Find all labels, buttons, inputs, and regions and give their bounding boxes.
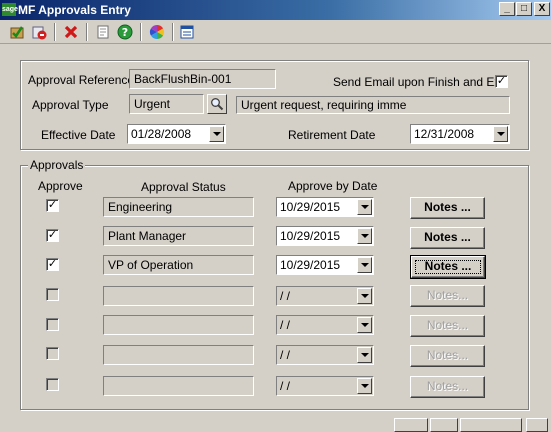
approve-checkbox[interactable]	[46, 347, 59, 360]
notes-button[interactable]: Notes...	[410, 376, 485, 398]
approve-checkbox[interactable]: ✓	[46, 229, 59, 242]
approval-status-column-header: Approval Status	[141, 180, 226, 194]
bottom-button[interactable]	[430, 418, 458, 432]
approval-status-field[interactable]: VP of Operation	[103, 255, 254, 275]
bottom-button[interactable]	[460, 418, 522, 432]
bottom-button[interactable]	[394, 418, 428, 432]
approval-type-label: Approval Type	[32, 98, 109, 112]
approve-by-date-combo[interactable]: 10/29/2015	[276, 226, 374, 246]
approve-by-date-value: / /	[280, 289, 291, 303]
minimize-button[interactable]: _	[499, 2, 515, 16]
effective-date-combo[interactable]: 01/28/2008	[127, 124, 226, 144]
title-bar: sage MF Approvals Entry _ □ X	[0, 0, 551, 20]
approve-column-header: Approve	[38, 179, 83, 193]
svg-text:?: ?	[122, 26, 128, 39]
approval-type-field[interactable]: Urgent	[129, 94, 204, 114]
approve-by-date-value: 10/29/2015	[280, 229, 341, 243]
send-email-checkbox[interactable]: ✓	[495, 75, 508, 88]
notes-button[interactable]: Notes ...	[410, 227, 485, 249]
focus-rectangle	[415, 260, 481, 274]
approve-by-date-value: / /	[280, 348, 291, 362]
approval-reference-field[interactable]: BackFlushBin-001	[129, 69, 276, 89]
notes-button[interactable]: Notes...	[410, 315, 485, 337]
retirement-date-value: 12/31/2008	[414, 127, 475, 141]
lookup-button[interactable]	[207, 94, 227, 114]
approve-by-date-column-header: Approve by Date	[288, 179, 378, 193]
notes-button[interactable]: Notes...	[410, 285, 485, 307]
approve-by-date-combo[interactable]: 10/29/2015	[276, 197, 374, 217]
approve-checkbox[interactable]	[46, 378, 59, 391]
approve-checkbox[interactable]	[46, 288, 59, 301]
settings-icon[interactable]	[178, 23, 196, 41]
approve-by-date-value: 10/29/2015	[280, 258, 341, 272]
approve-checkbox[interactable]: ✓	[46, 199, 59, 212]
chevron-down-icon[interactable]	[357, 317, 372, 333]
approve-checkbox[interactable]	[46, 318, 59, 331]
window-title: MF Approvals Entry	[18, 3, 131, 17]
chevron-down-icon[interactable]	[357, 228, 372, 244]
resize-grip[interactable]	[526, 418, 548, 432]
approve-by-date-combo[interactable]: 10/29/2015	[276, 255, 374, 275]
approval-status-field[interactable]	[103, 376, 254, 396]
send-email-label: Send Email upon Finish and Exit	[333, 75, 507, 89]
chevron-down-icon[interactable]	[357, 378, 372, 394]
approval-type-description: Urgent request, requiring imme	[236, 96, 510, 114]
approval-status-field[interactable]	[103, 315, 254, 335]
approve-by-date-value: / /	[280, 379, 291, 393]
approval-status-field[interactable]	[103, 286, 254, 306]
chevron-down-icon[interactable]	[357, 347, 372, 363]
magnifier-icon	[211, 98, 224, 111]
approval-status-field[interactable]: Engineering	[103, 197, 254, 217]
approval-status-field[interactable]	[103, 345, 254, 365]
approve-by-date-combo[interactable]: / /	[276, 376, 374, 396]
notes-button[interactable]: Notes ...	[410, 197, 485, 219]
approve-by-date-value: 10/29/2015	[280, 200, 341, 214]
approve-by-date-combo[interactable]: / /	[276, 315, 374, 335]
accept-icon[interactable]	[8, 23, 26, 41]
notes-button[interactable]: Notes ...	[410, 255, 486, 279]
color-wheel-icon[interactable]	[148, 23, 166, 41]
toolbar: ?	[0, 20, 551, 44]
help-icon[interactable]: ?	[116, 23, 134, 41]
approval-reference-label: Approval Reference	[28, 73, 135, 87]
effective-date-label: Effective Date	[41, 128, 116, 142]
sage-logo-icon: sage	[2, 3, 18, 16]
chevron-down-icon[interactable]	[209, 126, 224, 142]
chevron-down-icon[interactable]	[357, 257, 372, 273]
chevron-down-icon[interactable]	[357, 288, 372, 304]
retirement-date-label: Retirement Date	[288, 128, 376, 142]
approve-checkbox[interactable]: ✓	[46, 258, 59, 271]
chevron-down-icon[interactable]	[357, 199, 372, 215]
effective-date-value: 01/28/2008	[131, 127, 192, 141]
approve-by-date-combo[interactable]: / /	[276, 345, 374, 365]
maximize-button[interactable]: □	[516, 2, 532, 16]
approve-by-date-value: / /	[280, 318, 291, 332]
retirement-date-combo[interactable]: 12/31/2008	[410, 124, 510, 144]
delete-record-icon[interactable]	[30, 23, 48, 41]
approval-status-field[interactable]: Plant Manager	[103, 226, 254, 246]
close-button[interactable]: X	[534, 2, 550, 16]
chevron-down-icon[interactable]	[493, 126, 508, 142]
approve-by-date-combo[interactable]: / /	[276, 286, 374, 306]
notes-button[interactable]: Notes...	[410, 345, 485, 367]
memo-icon[interactable]	[94, 23, 112, 41]
approvals-group-label: Approvals	[28, 158, 86, 172]
cancel-icon[interactable]	[62, 23, 80, 41]
